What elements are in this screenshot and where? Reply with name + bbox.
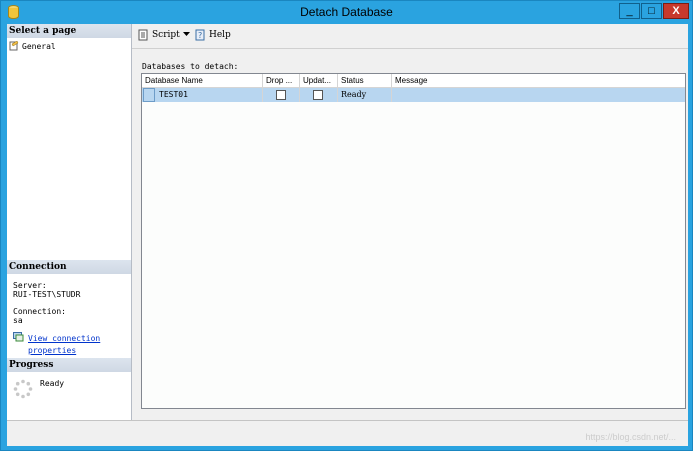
help-button[interactable]: ? Help	[195, 29, 231, 41]
column-header-message[interactable]: Message	[392, 74, 685, 87]
left-pane: Select a page General Connection Server:…	[7, 24, 132, 420]
grid-header: Database Name Drop ... Updat... Status M…	[142, 74, 685, 88]
close-button[interactable]: X	[663, 3, 689, 19]
detach-database-window: Detach Database _ □ X Select a page Gene…	[0, 0, 693, 451]
connection-properties-icon	[13, 332, 24, 342]
database-name-cell[interactable]: TEST01	[142, 88, 263, 102]
toolbar: Script ? Help	[132, 24, 688, 49]
connection-value: sa	[13, 316, 23, 325]
table-row[interactable]: TEST01 Ready	[142, 88, 685, 102]
column-header-status[interactable]: Status	[338, 74, 392, 87]
svg-text:?: ?	[198, 31, 202, 40]
window-title: Detach Database	[300, 5, 393, 19]
page-item-general[interactable]: General	[9, 41, 56, 51]
databases-to-detach-label: Databases to detach:	[142, 62, 239, 71]
column-header-database-name[interactable]: Database Name	[142, 74, 263, 87]
script-button[interactable]: Script	[138, 29, 180, 41]
right-pane: Script ? Help Databases to detach: Datab…	[132, 24, 688, 420]
drop-connections-checkbox[interactable]	[276, 90, 286, 100]
column-header-update-statistics[interactable]: Updat...	[300, 74, 338, 87]
status-cell: Ready	[338, 88, 392, 102]
databases-grid[interactable]: Database Name Drop ... Updat... Status M…	[141, 73, 686, 409]
progress-spinner-icon	[13, 379, 33, 399]
view-connection-properties: View connection properties	[13, 332, 100, 356]
view-connection-properties-link-2[interactable]: properties	[28, 346, 76, 355]
view-connection-properties-link[interactable]: View connection	[28, 334, 100, 343]
page-item-general-label: General	[22, 41, 56, 51]
dialog-client-area: Select a page General Connection Server:…	[7, 24, 688, 446]
database-name-value: TEST01	[159, 90, 188, 99]
page-icon	[9, 41, 19, 51]
update-statistics-checkbox[interactable]	[313, 90, 323, 100]
row-selector[interactable]	[143, 88, 155, 102]
help-icon: ?	[195, 29, 205, 41]
watermark: https://blog.csdn.net/...	[585, 432, 676, 442]
script-label: Script	[152, 30, 180, 40]
connection-label: Connection:	[13, 307, 66, 316]
progress-status: Ready	[40, 379, 65, 388]
maximize-button[interactable]: □	[641, 3, 662, 19]
bottom-button-bar: https://blog.csdn.net/...	[7, 420, 688, 446]
title-bar[interactable]: Detach Database _ □ X	[1, 1, 692, 23]
minimize-button[interactable]: _	[619, 3, 640, 19]
help-label: Help	[209, 30, 231, 40]
script-icon	[138, 29, 148, 41]
server-label: Server:	[13, 281, 47, 290]
connection-header: Connection	[7, 260, 131, 274]
progress-header: Progress	[7, 358, 131, 372]
chevron-down-icon[interactable]	[183, 31, 190, 37]
server-value: RUI-TEST\STUDR	[13, 290, 81, 299]
column-header-drop-connections[interactable]: Drop ...	[263, 74, 300, 87]
drop-connections-cell	[263, 88, 300, 102]
update-statistics-cell	[300, 88, 338, 102]
select-page-header: Select a page	[7, 24, 131, 38]
message-cell	[392, 88, 685, 102]
